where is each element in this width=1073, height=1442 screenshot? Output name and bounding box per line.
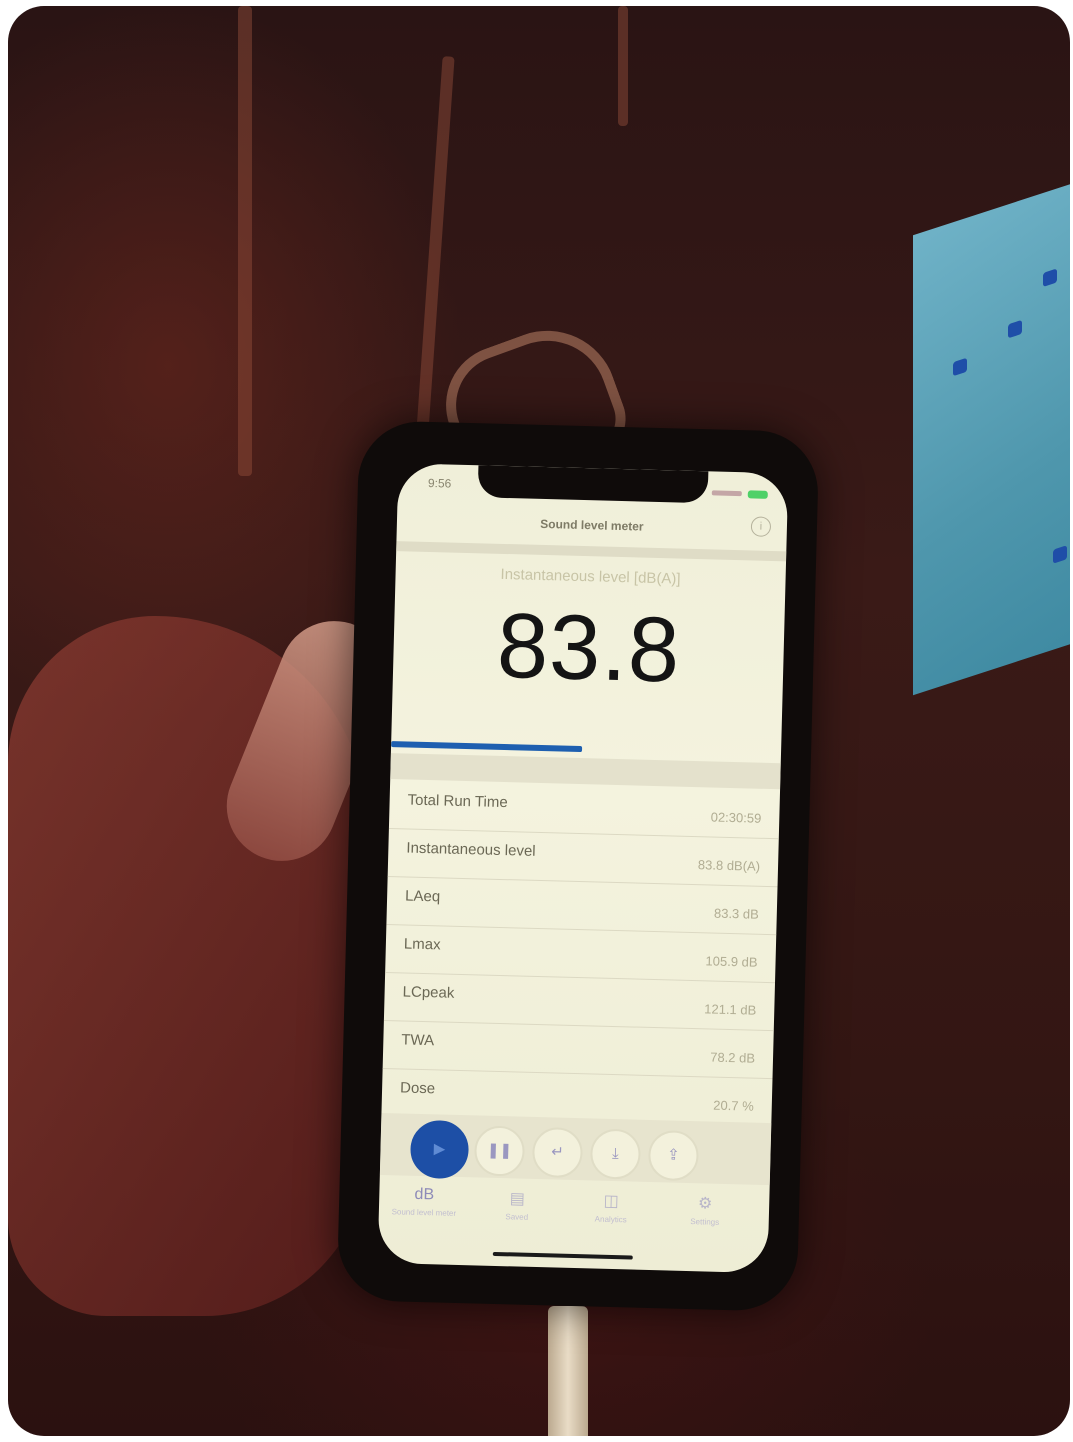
stat-label: Dose <box>399 1079 436 1098</box>
stat-value: 83.3 dB <box>713 905 759 922</box>
level-bar-fill <box>391 741 583 753</box>
divider <box>396 541 787 562</box>
tab-label: Settings <box>690 1217 720 1227</box>
card-dot <box>1053 545 1067 564</box>
stat-label: Instantaneous level <box>406 839 536 860</box>
stat-label: LAeq <box>404 887 441 906</box>
background-card <box>913 176 1070 696</box>
saved-icon: ▤ <box>509 1190 526 1208</box>
status-time: 9:56 <box>427 475 452 491</box>
nav-title: Sound level meter <box>540 516 644 534</box>
save-button[interactable]: ⤓ <box>589 1128 642 1180</box>
phone: 9:56 Sound level meter i Instantaneous l… <box>336 420 820 1312</box>
stat-label: Lmax <box>403 935 441 954</box>
signal-icon <box>711 490 742 497</box>
battery-icon <box>747 490 768 499</box>
background-pipe <box>238 6 252 476</box>
stat-label: LCpeak <box>402 983 455 1002</box>
tab-settings[interactable]: ⚙ Settings <box>665 1192 746 1227</box>
gear-icon: ⚙ <box>697 1195 713 1213</box>
share-button[interactable]: ⇪ <box>647 1129 700 1182</box>
photo-background: 9:56 Sound level meter i Instantaneous l… <box>8 6 1070 1436</box>
stat-label: Total Run Time <box>407 791 508 812</box>
stat-value: 105.9 dB <box>705 953 758 970</box>
stat-value: 20.7 % <box>713 1097 754 1114</box>
instantaneous-level-label: Instantaneous level [dB(A)] <box>500 565 681 588</box>
stats-list: Total Run Time 02:30:59 Instantaneous le… <box>381 781 781 1126</box>
card-dot <box>1043 268 1057 288</box>
background-pipe <box>618 6 628 126</box>
stat-value: 02:30:59 <box>710 809 762 826</box>
tab-label: Saved <box>505 1212 529 1222</box>
stat-label: TWA <box>401 1031 435 1050</box>
card-dot <box>953 357 967 377</box>
control-bar: ▶ ❚❚ ↵ ⤓ ⇪ <box>379 1112 772 1186</box>
phone-screen: 9:56 Sound level meter i Instantaneous l… <box>377 463 789 1274</box>
charging-cable <box>548 1306 588 1436</box>
tab-sound-level-meter[interactable]: dB Sound level meter <box>384 1185 465 1218</box>
stat-value: 121.1 dB <box>704 1001 757 1018</box>
tab-label: Sound level meter <box>391 1207 457 1218</box>
reset-button[interactable]: ↵ <box>531 1126 584 1179</box>
play-button[interactable]: ▶ <box>409 1119 470 1180</box>
card-dot <box>1008 319 1022 339</box>
level-readout: 83.8 <box>495 594 682 702</box>
stat-value: 78.2 dB <box>710 1049 756 1066</box>
notch <box>477 465 709 504</box>
tab-bar: dB Sound level meter ▤ Saved ◫ Analytics… <box>378 1179 769 1249</box>
pause-button[interactable]: ❚❚ <box>473 1125 526 1177</box>
tab-analytics[interactable]: ◫ Analytics <box>571 1190 652 1225</box>
home-indicator[interactable] <box>492 1251 633 1260</box>
stat-value: 83.8 dB(A) <box>697 857 761 874</box>
db-icon: dB <box>414 1185 435 1204</box>
tab-saved[interactable]: ▤ Saved <box>477 1187 558 1222</box>
tab-label: Analytics <box>594 1214 627 1225</box>
analytics-icon: ◫ <box>603 1192 620 1211</box>
